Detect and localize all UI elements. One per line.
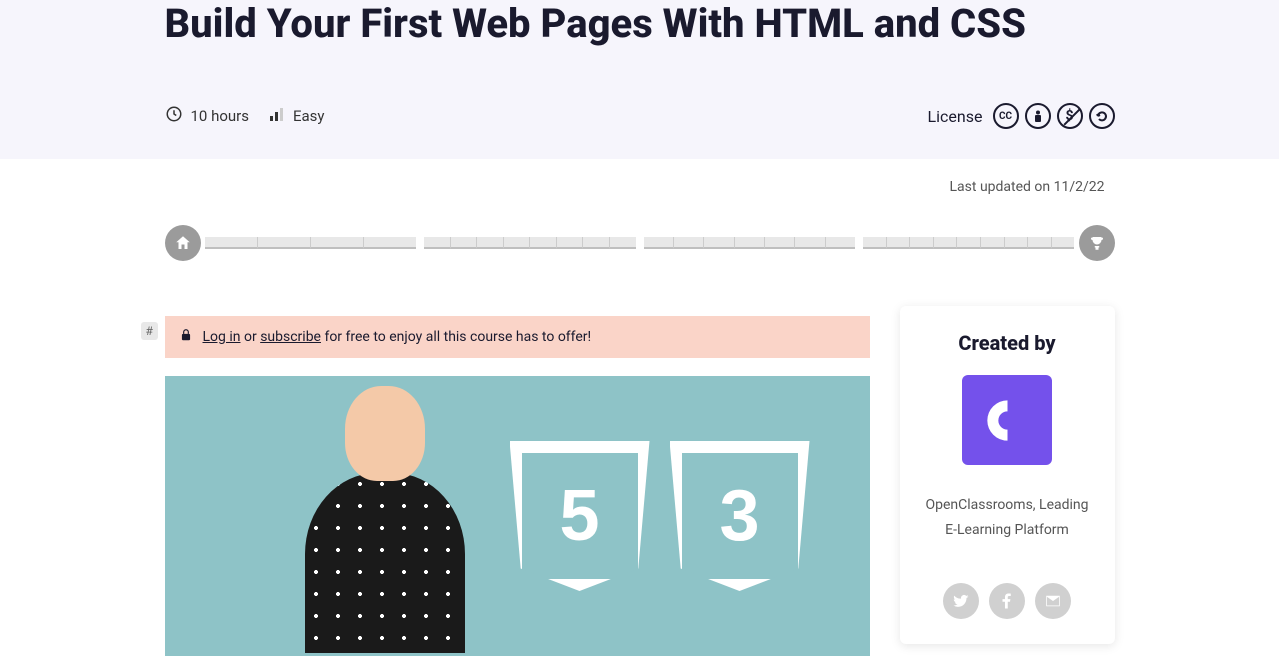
- progress-segment[interactable]: [557, 237, 584, 249]
- creator-logo[interactable]: [962, 375, 1052, 465]
- lock-icon: [179, 328, 193, 346]
- trophy-progress-button[interactable]: [1079, 225, 1115, 261]
- progress-segment-group: [644, 237, 856, 249]
- progress-segment[interactable]: [795, 237, 825, 249]
- progress-segment[interactable]: [863, 237, 887, 249]
- progress-segment[interactable]: [311, 237, 364, 249]
- progress-segment[interactable]: [1028, 237, 1052, 249]
- progress-segment[interactable]: [674, 237, 704, 249]
- last-updated: Last updated on 11/2/22: [165, 179, 1115, 195]
- clock-icon: [165, 105, 183, 127]
- progress-segment[interactable]: [205, 237, 258, 249]
- cc-sa-icon[interactable]: [1089, 103, 1115, 129]
- progress-segment[interactable]: [424, 237, 451, 249]
- duration: 10 hours: [165, 105, 250, 127]
- progress-segment[interactable]: [583, 237, 610, 249]
- progress-segment[interactable]: [644, 237, 674, 249]
- progress-segment[interactable]: [451, 237, 478, 249]
- progress-segment-group: [205, 237, 417, 249]
- progress-segment[interactable]: [1005, 237, 1029, 249]
- share-twitter-button[interactable]: [943, 583, 979, 619]
- cc-by-icon[interactable]: [1025, 103, 1051, 129]
- creator-sidebar: Created by OpenClassrooms, Leading E-Lea…: [900, 306, 1115, 644]
- course-video-hero[interactable]: 5 3: [165, 376, 870, 656]
- hash-anchor[interactable]: #: [141, 322, 158, 340]
- progress-segment[interactable]: [704, 237, 734, 249]
- progress-segment[interactable]: [530, 237, 557, 249]
- progress-segment[interactable]: [1052, 237, 1075, 249]
- sidebar-heading: Created by: [920, 331, 1095, 355]
- login-alert: Log in or subscribe for free to enjoy al…: [165, 316, 870, 358]
- progress-segment[interactable]: [364, 237, 416, 249]
- share-email-button[interactable]: [1035, 583, 1071, 619]
- progress-segment[interactable]: [957, 237, 981, 249]
- license-label: License: [928, 107, 983, 126]
- duration-text: 10 hours: [191, 107, 250, 125]
- instructor-image: [285, 386, 485, 656]
- progress-segment[interactable]: [765, 237, 795, 249]
- progress-segment[interactable]: [910, 237, 934, 249]
- progress-segment[interactable]: [981, 237, 1005, 249]
- progress-segment[interactable]: [477, 237, 504, 249]
- progress-segment[interactable]: [258, 237, 311, 249]
- progress-bar: [165, 225, 1115, 261]
- alert-text: Log in or subscribe for free to enjoy al…: [203, 329, 592, 345]
- cc-nc-icon[interactable]: $: [1057, 103, 1083, 129]
- progress-segment[interactable]: [887, 237, 911, 249]
- home-progress-button[interactable]: [165, 225, 201, 261]
- css3-shield-icon: 3: [670, 441, 810, 591]
- share-facebook-button[interactable]: [989, 583, 1025, 619]
- progress-segment-group: [424, 237, 636, 249]
- difficulty-text: Easy: [293, 107, 325, 125]
- progress-segment[interactable]: [610, 237, 636, 249]
- subscribe-link[interactable]: subscribe: [260, 329, 321, 345]
- progress-segment[interactable]: [826, 237, 855, 249]
- bars-icon: [269, 106, 285, 126]
- progress-segment-group: [863, 237, 1075, 249]
- html5-shield-icon: 5: [510, 441, 650, 591]
- meta-row: 10 hours Easy License CC $: [165, 103, 1115, 129]
- page-title: Build Your First Web Pages With HTML and…: [165, 0, 1115, 48]
- difficulty: Easy: [269, 106, 325, 126]
- progress-segment[interactable]: [735, 237, 765, 249]
- login-link[interactable]: Log in: [203, 329, 241, 345]
- creator-name: OpenClassrooms, Leading E-Learning Platf…: [920, 493, 1095, 543]
- cc-icon[interactable]: CC: [993, 103, 1019, 129]
- license: License CC $: [928, 103, 1115, 129]
- progress-segment[interactable]: [934, 237, 958, 249]
- progress-segment[interactable]: [504, 237, 531, 249]
